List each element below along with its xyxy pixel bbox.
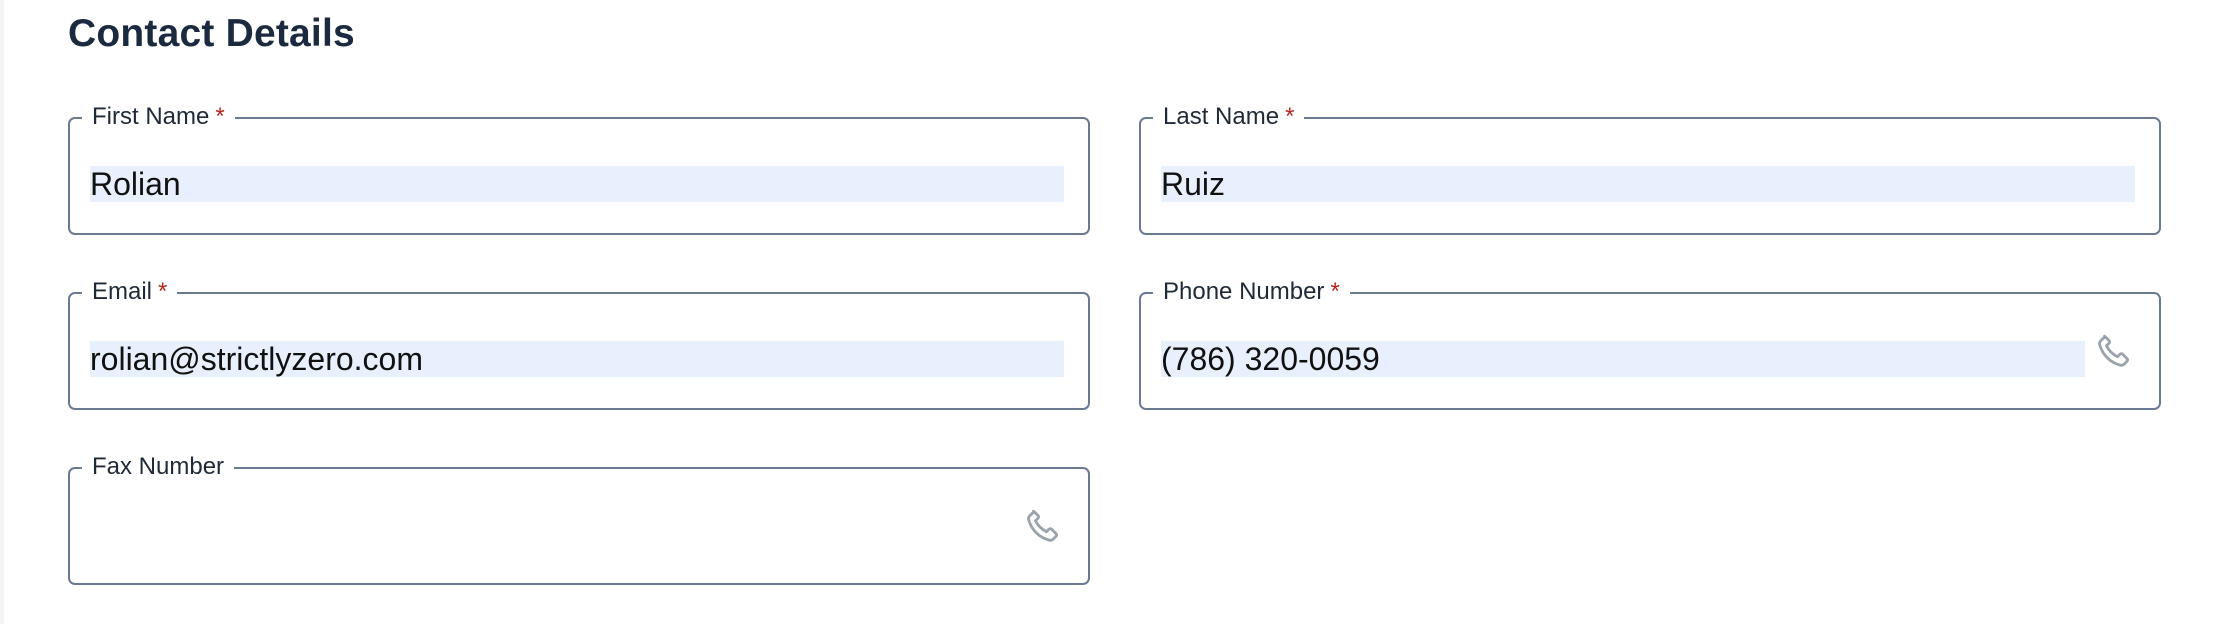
fax-number-label: Fax Number: [82, 451, 235, 483]
fax-number-input[interactable]: [90, 516, 1014, 552]
section-title: Contact Details: [68, 12, 355, 55]
email-label-text: Email: [92, 278, 153, 305]
phone-number-input[interactable]: [1161, 341, 2085, 377]
first-name-input[interactable]: [90, 166, 1064, 202]
fax-number-label-text: Fax Number: [92, 453, 225, 480]
email-required-marker: *: [158, 278, 168, 305]
last-name-label: Last Name *: [1153, 101, 1305, 133]
first-name-label-text: First Name: [92, 103, 210, 130]
phone-icon: [2093, 330, 2135, 372]
email-input[interactable]: [90, 341, 1064, 377]
email-label: Email *: [82, 276, 178, 308]
email-field: Email *: [68, 276, 1090, 410]
fax-number-field: Fax Number: [68, 451, 1090, 585]
last-name-input[interactable]: [1161, 166, 2135, 202]
first-name-field: First Name *: [68, 101, 1090, 235]
contact-details-card: Contact Details First Name* Last Name* E…: [4, 0, 2230, 624]
phone-icon: [1022, 505, 1064, 547]
last-name-label-text: Last Name: [1163, 103, 1280, 130]
phone-number-required-marker: *: [1330, 278, 1340, 305]
first-name-label: First Name *: [82, 101, 235, 133]
last-name-required-marker: *: [1285, 103, 1295, 130]
first-name-required-marker: *: [215, 103, 225, 130]
phone-number-label-text: Phone Number: [1163, 278, 1325, 305]
phone-number-field: Phone Number *: [1139, 276, 2161, 410]
phone-number-label: Phone Number *: [1153, 276, 1350, 308]
last-name-field: Last Name *: [1139, 101, 2161, 235]
